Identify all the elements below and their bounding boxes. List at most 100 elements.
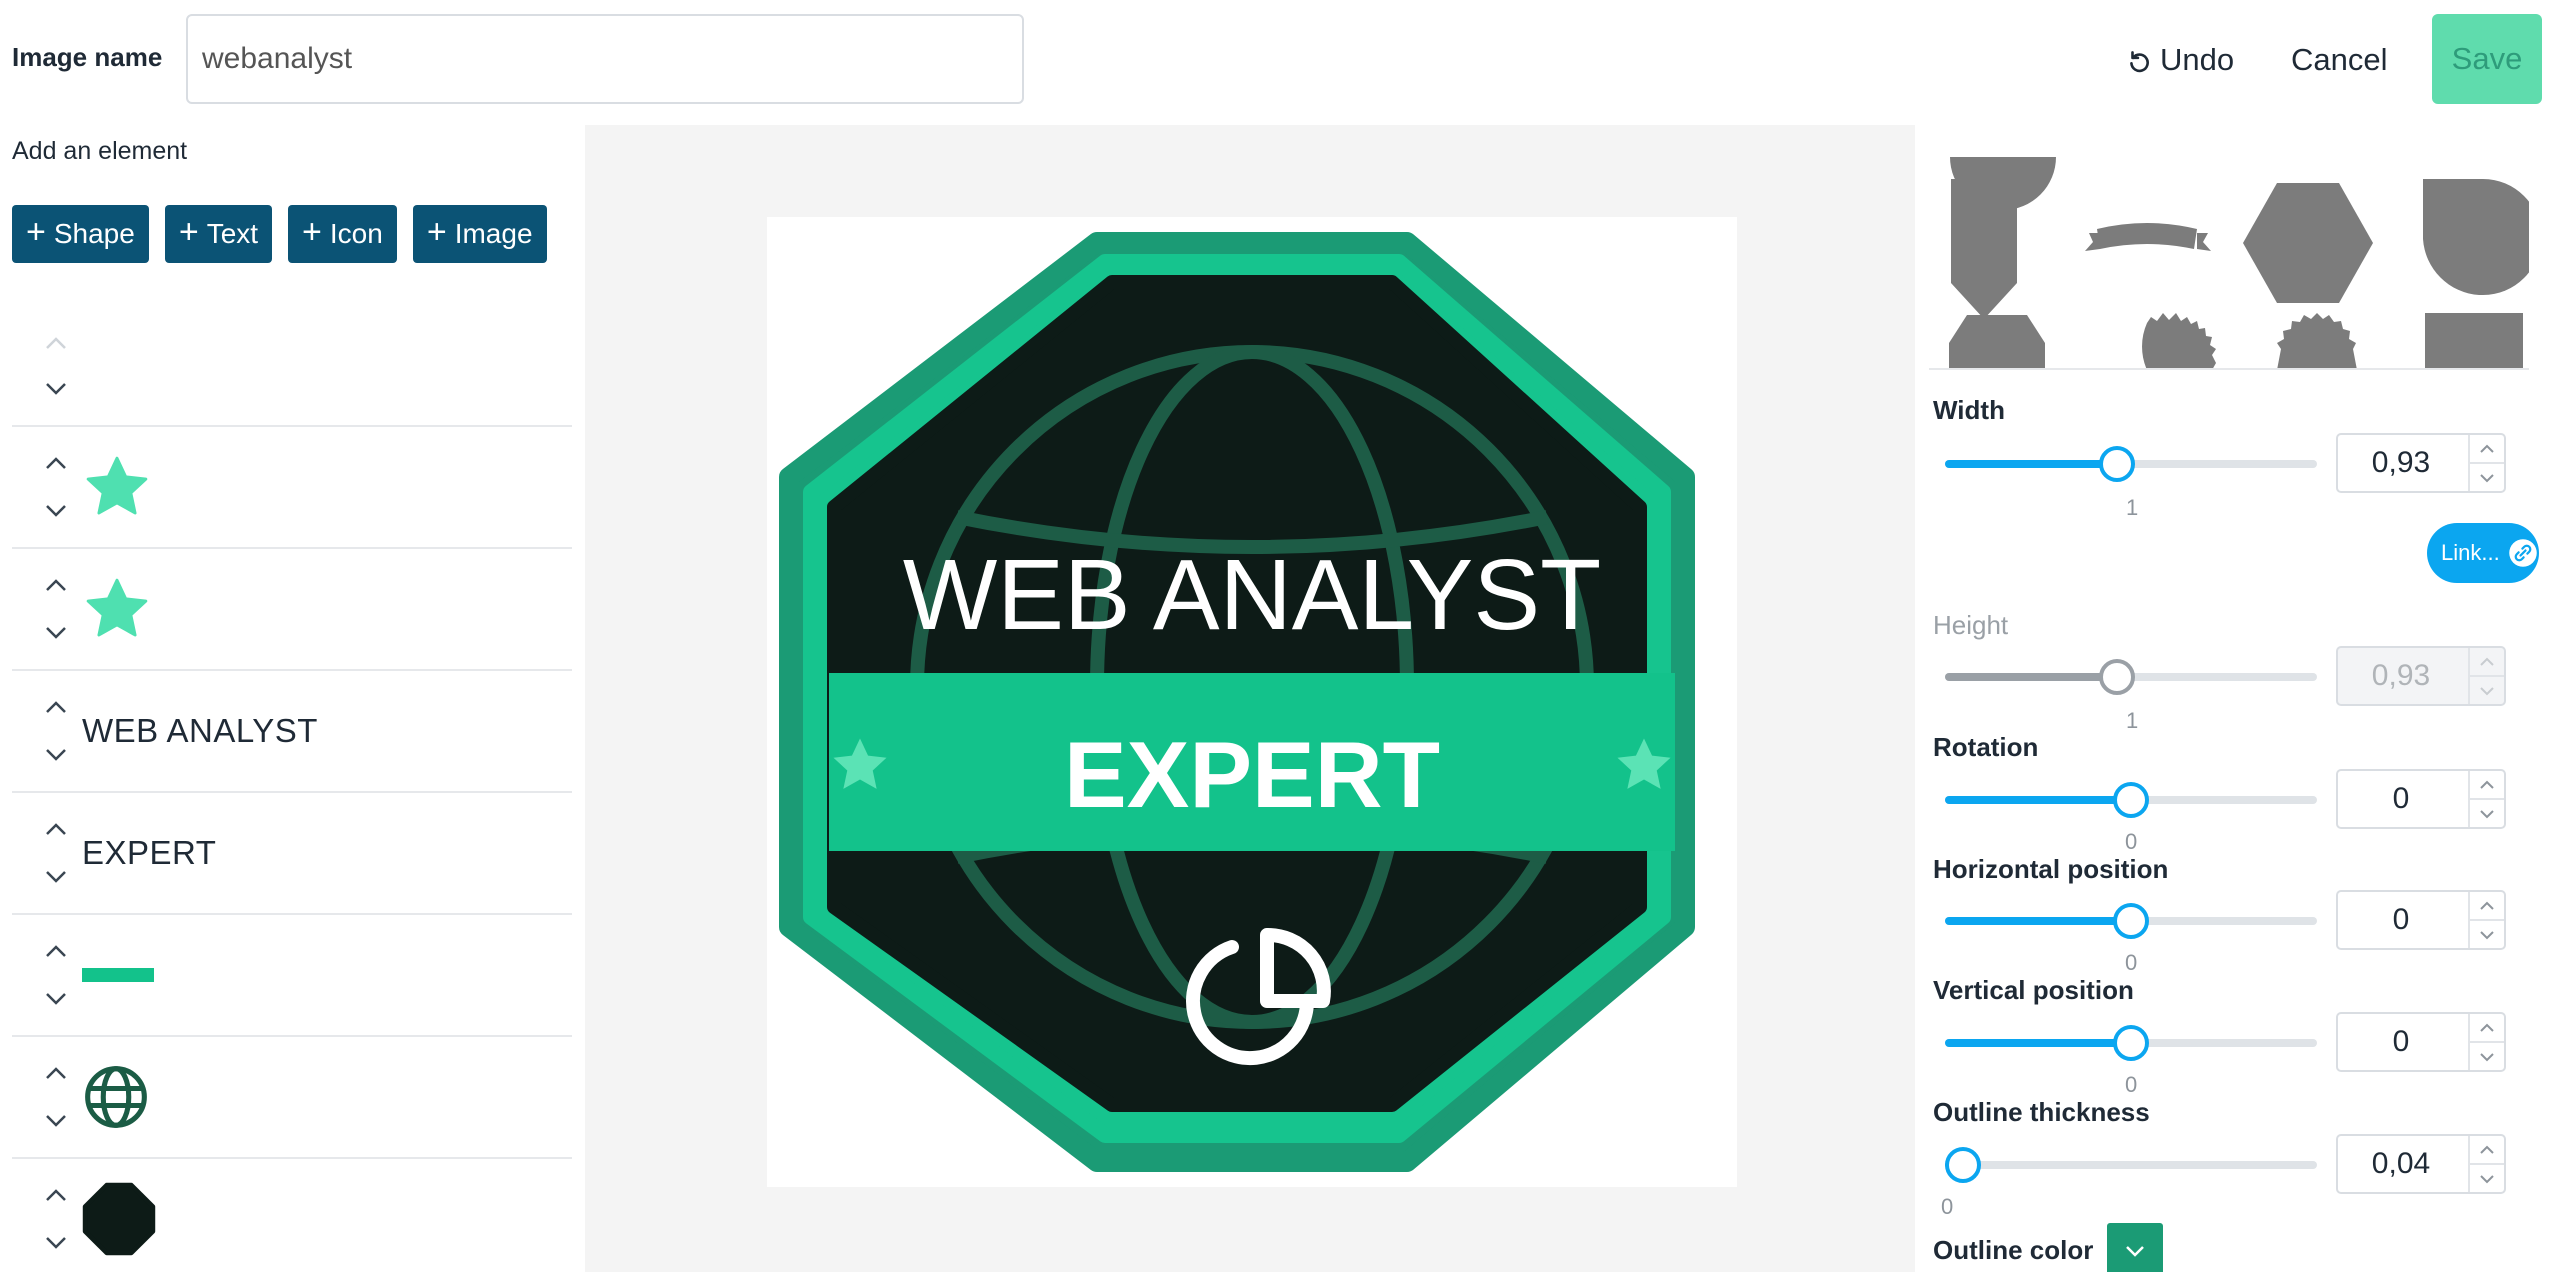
ribbon-banner-shape[interactable] [2085,223,2211,251]
height-input: 0,93 [2336,646,2506,706]
plus-icon: + [178,213,199,251]
decrement-icon[interactable] [2470,1165,2504,1192]
move-down-icon[interactable] [42,375,70,403]
undo-label: Undo [2160,42,2235,77]
octagon-shape-thumbnail [82,1182,156,1256]
horizontal-position-value: 0 [2392,903,2410,936]
horizontal-position-label: Horizontal position [1933,854,2169,884]
outline-thickness-input[interactable]: 0,04 [2336,1134,2506,1194]
move-down-icon[interactable] [42,741,70,769]
outline-thickness-slider-thumb[interactable] [1945,1147,1981,1183]
rotation-label: Rotation [1933,732,2039,762]
layer-item[interactable]: EXPERT [12,793,572,915]
cancel-button[interactable]: Cancel [2291,36,2388,84]
link-icon [2508,539,2537,567]
layer-item[interactable] [12,915,572,1037]
horizontal-position-slider-thumb[interactable] [2113,903,2149,939]
layer-text: EXPERT [82,834,217,871]
move-up-icon[interactable] [42,571,70,599]
outline-color-label: Outline color [1933,1235,2094,1265]
horizontal-position-slider[interactable] [1945,903,2317,939]
move-down-icon[interactable] [42,619,70,647]
decrement-icon[interactable] [2470,1043,2504,1070]
add-icon-button[interactable]: + Icon [288,205,397,263]
move-up-icon[interactable] [42,1059,70,1087]
plus-icon: + [426,213,447,251]
hexagon-shape[interactable] [2243,183,2373,303]
layer-item[interactable] [12,1159,572,1272]
move-down-icon[interactable] [42,1107,70,1135]
add-image-label: Image [454,218,533,249]
canvas-paper[interactable]: WEB ANALYST EXPERT [767,217,1737,1187]
move-up-icon[interactable] [42,449,70,477]
layer-item[interactable] [12,427,572,549]
increment-icon [2470,648,2504,677]
layer-item[interactable] [12,549,572,671]
vertical-position-value: 0 [2392,1025,2410,1058]
move-down-icon[interactable] [42,863,70,891]
width-slider-thumb[interactable] [2099,446,2135,482]
shield-shape[interactable] [2423,179,2529,295]
horizontal-position-input[interactable]: 0 [2336,890,2506,950]
move-down-icon[interactable] [42,1229,70,1257]
add-shape-label: Shape [53,218,135,249]
move-down-icon[interactable] [42,497,70,525]
layer-item[interactable] [12,1037,572,1159]
increment-icon[interactable] [2470,435,2504,464]
pennant-shape[interactable] [1951,179,2017,319]
rounded-octagon-shape[interactable] [1949,315,2045,370]
vertical-position-input[interactable]: 0 [2336,1012,2506,1072]
rotation-value: 0 [2392,782,2410,815]
rotation-slider-thumb[interactable] [2113,782,2149,818]
outline-thickness-value: 0,04 [2371,1147,2431,1180]
square-shape[interactable] [2425,313,2523,370]
vertical-position-label: Vertical position [1933,975,2134,1005]
height-label: Height [1933,610,2009,640]
vertical-position-slider[interactable] [1945,1025,2317,1061]
layer-item[interactable] [12,307,572,427]
add-icon-label: Icon [329,218,383,249]
plus-icon: + [26,213,46,251]
decrement-icon[interactable] [2470,921,2504,948]
bar-shape-thumbnail [82,968,154,982]
width-input[interactable]: 0,93 [2336,433,2506,493]
seal-shape[interactable] [2142,313,2216,370]
badge-title: WEB ANALYST [903,539,1601,651]
height-value: 0,93 [2371,659,2431,692]
vertical-position-slider-thumb[interactable] [2113,1025,2149,1061]
outline-thickness-slider[interactable] [1945,1147,2317,1183]
increment-icon[interactable] [2470,771,2504,800]
move-down-icon[interactable] [42,985,70,1013]
width-label: Width [1933,395,2005,425]
move-up-icon[interactable] [42,329,70,357]
width-value: 0,93 [2371,446,2431,479]
decrement-icon[interactable] [2470,800,2504,827]
decrement-icon[interactable] [2470,464,2504,491]
globe-icon [85,1066,147,1128]
move-up-icon[interactable] [42,937,70,965]
link-dimensions-button[interactable]: Link... [2427,523,2539,583]
badge-design[interactable]: WEB ANALYST EXPERT [767,217,1737,1187]
add-element-buttons: + Shape + Text + Icon + Image [12,205,547,263]
add-shape-button[interactable]: + Shape [12,205,149,263]
outline-color-picker[interactable] [2107,1223,2163,1272]
add-image-button[interactable]: + Image [412,205,547,263]
move-up-icon[interactable] [42,1181,70,1209]
increment-icon[interactable] [2470,1014,2504,1043]
increment-icon[interactable] [2470,892,2504,921]
increment-icon[interactable] [2470,1136,2504,1165]
move-up-icon[interactable] [42,693,70,721]
move-up-icon[interactable] [42,815,70,843]
burst-seal-shape[interactable] [2277,313,2357,370]
save-button[interactable]: Save [2432,14,2542,104]
add-text-button[interactable]: + Text [164,205,273,263]
width-slider-tick: 1 [2126,495,2139,520]
rotation-slider[interactable] [1945,782,2317,818]
layer-item[interactable]: WEB ANALYST [12,671,572,793]
undo-button[interactable]: Undo [2126,36,2234,84]
width-slider[interactable] [1945,446,2317,482]
image-name-input[interactable] [186,14,1024,104]
elements-panel: Add an element + Shape + Text + Icon + Image [0,125,585,1272]
rotation-input[interactable]: 0 [2336,769,2506,829]
height-slider-thumb [2099,659,2135,695]
